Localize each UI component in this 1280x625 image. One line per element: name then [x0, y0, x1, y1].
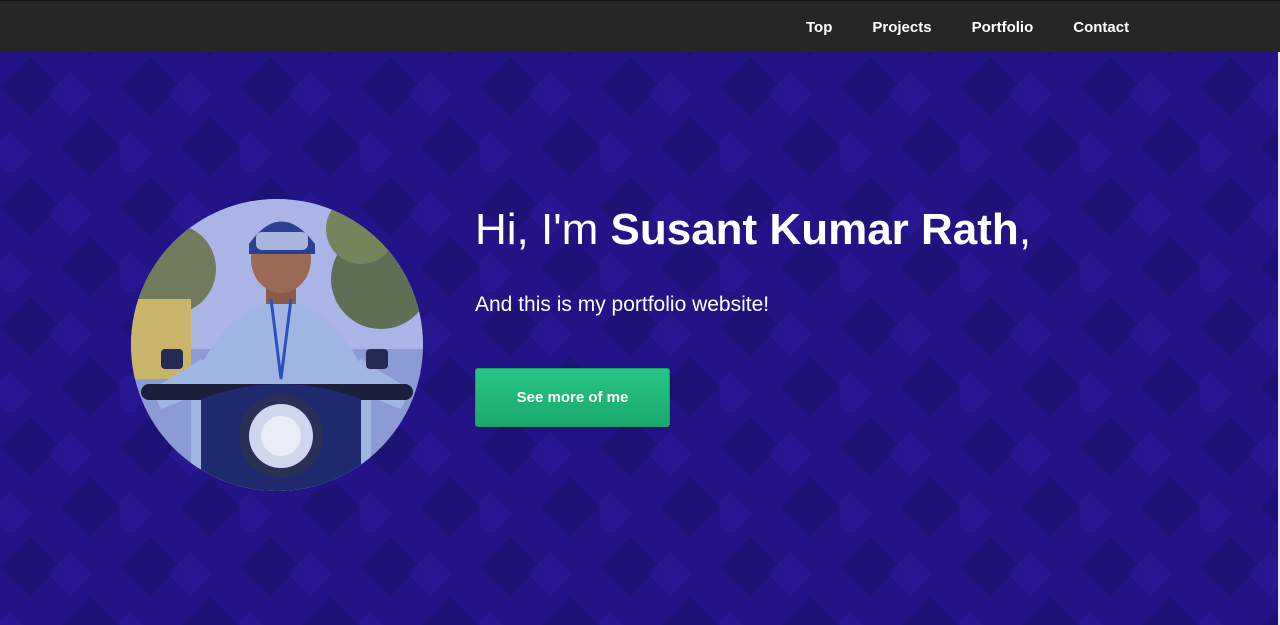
nav-links: Top Projects Portfolio Contact — [786, 1, 1149, 53]
owner-name: Susant Kumar Rath — [610, 205, 1019, 254]
nav-link-top[interactable]: Top — [786, 19, 852, 36]
nav-link-portfolio[interactable]: Portfolio — [952, 19, 1054, 36]
greeting-prefix: Hi, I'm — [475, 205, 611, 254]
nav-link-projects[interactable]: Projects — [852, 19, 951, 36]
navbar: Top Projects Portfolio Contact — [0, 0, 1280, 52]
nav-link-contact[interactable]: Contact — [1053, 19, 1149, 36]
profile-photo — [131, 199, 423, 491]
hero-heading: Hi, I'm Susant Kumar Rath, — [475, 202, 1031, 258]
hero-tagline: And this is my portfolio website! — [475, 293, 770, 316]
greeting-suffix: , — [1018, 205, 1032, 254]
see-more-button[interactable]: See more of me — [475, 368, 670, 427]
hero-section: Hi, I'm Susant Kumar Rath, And this is m… — [0, 52, 1280, 625]
